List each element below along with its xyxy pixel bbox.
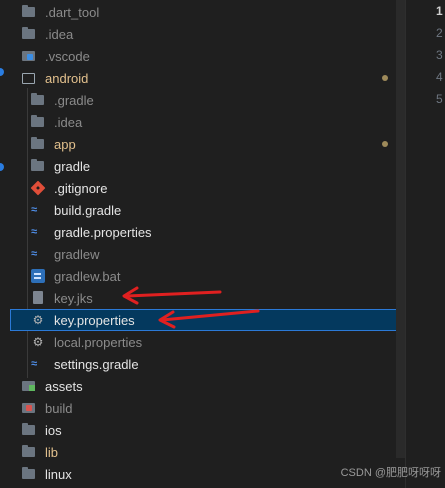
line-number: 5 — [436, 92, 443, 106]
assets-folder-icon — [22, 379, 36, 393]
tree-item-label: .gitignore — [54, 180, 108, 196]
watermark: CSDN @肥肥呀呀呀 — [340, 467, 441, 479]
tree-item-label: build.gradle — [54, 202, 122, 218]
folder-icon — [31, 137, 45, 151]
line-number: 3 — [436, 48, 443, 62]
tree-item-key-jks[interactable]: key.jks — [0, 287, 405, 309]
tree-item-gradlew[interactable]: ≈ gradlew — [0, 243, 405, 265]
tree-item-settings-gradle[interactable]: ≈ settings.gradle — [0, 353, 405, 375]
tree-item-label: gradlew — [54, 246, 100, 262]
gear-icon: ⚙ — [32, 313, 44, 327]
tree-item-label: .idea — [54, 114, 83, 130]
modified-dot — [382, 75, 388, 81]
gear-icon: ⚙ — [32, 335, 44, 349]
tree-item-label: .gradle — [54, 92, 94, 108]
tree-item-label: build — [45, 400, 73, 416]
tree-item-gradlew-bat[interactable]: gradlew.bat — [0, 265, 405, 287]
vscode-folder-icon — [22, 49, 36, 63]
tree-item-key-properties[interactable]: ⚙ key.properties — [10, 309, 405, 331]
build-folder-icon — [22, 401, 36, 415]
tree-item-label: assets — [45, 378, 83, 394]
tree-item-vscode[interactable]: .vscode — [0, 45, 405, 67]
tree-item-label: linux — [45, 466, 72, 482]
tree-item-assets[interactable]: assets — [0, 375, 405, 397]
tree-item-gitignore[interactable]: .gitignore — [0, 177, 405, 199]
tree-item-label: settings.gradle — [54, 356, 139, 372]
tree-item-build-gradle[interactable]: ≈ build.gradle — [0, 199, 405, 221]
bat-icon — [31, 269, 45, 283]
folder-icon — [31, 115, 45, 129]
tree-item-label: gradlew.bat — [54, 268, 121, 284]
folder-icon — [22, 423, 36, 437]
tree-item-label: gradle.properties — [54, 224, 152, 240]
modified-dot — [382, 141, 388, 147]
tree-item-label: .idea — [45, 26, 74, 42]
folder-open-icon — [22, 71, 36, 85]
tree-item-label: ios — [45, 422, 62, 438]
tree-item-gradle-properties[interactable]: ≈ gradle.properties — [0, 221, 405, 243]
tree-item-android[interactable]: android — [0, 67, 405, 89]
tree-item-label: key.properties — [54, 312, 135, 328]
folder-icon — [31, 159, 45, 173]
tree-item-local-properties[interactable]: ⚙ local.properties — [0, 331, 405, 353]
tree-item-idea[interactable]: .idea — [0, 23, 405, 45]
editor-line-numbers: 1 2 3 4 5 — [436, 0, 445, 110]
gradle-icon: ≈ — [31, 226, 38, 238]
gradle-icon: ≈ — [31, 248, 38, 260]
tree-item-gradle-folder[interactable]: gradle — [0, 155, 405, 177]
gradle-icon: ≈ — [31, 358, 38, 370]
tree-item-label: android — [45, 70, 89, 86]
tree-item-android-gradle[interactable]: .gradle — [0, 89, 405, 111]
tree-item-lib[interactable]: lib — [0, 441, 405, 463]
tree-item-label: gradle — [54, 158, 91, 174]
tree-item-android-idea[interactable]: .idea — [0, 111, 405, 133]
git-icon — [30, 180, 46, 196]
tree-item-label: local.properties — [54, 334, 143, 350]
folder-icon — [22, 27, 36, 41]
line-number: 2 — [436, 26, 443, 40]
scrollbar-thumb[interactable] — [396, 0, 405, 458]
panel-divider — [405, 0, 406, 488]
folder-icon — [22, 445, 36, 459]
folder-icon — [31, 93, 45, 107]
gradle-icon: ≈ — [31, 204, 38, 216]
file-icon — [31, 291, 45, 305]
tree-item-label: app — [54, 136, 76, 152]
tree-item-app[interactable]: app — [0, 133, 405, 155]
folder-icon — [22, 5, 36, 19]
line-number: 1 — [436, 4, 443, 18]
tree-item-label: .vscode — [45, 48, 90, 64]
tree-item-ios[interactable]: ios — [0, 419, 405, 441]
line-number: 4 — [436, 70, 443, 84]
tree-item-label: lib — [45, 444, 59, 460]
tree-item-label: .dart_tool — [45, 4, 100, 20]
tree-item-build[interactable]: build — [0, 397, 405, 419]
tree-item-label: key.jks — [54, 290, 93, 306]
explorer-tree: .dart_tool .idea .vscode android .gradle… — [0, 0, 410, 488]
folder-icon — [22, 467, 36, 481]
tree-item-dart-tool[interactable]: .dart_tool — [0, 1, 405, 23]
